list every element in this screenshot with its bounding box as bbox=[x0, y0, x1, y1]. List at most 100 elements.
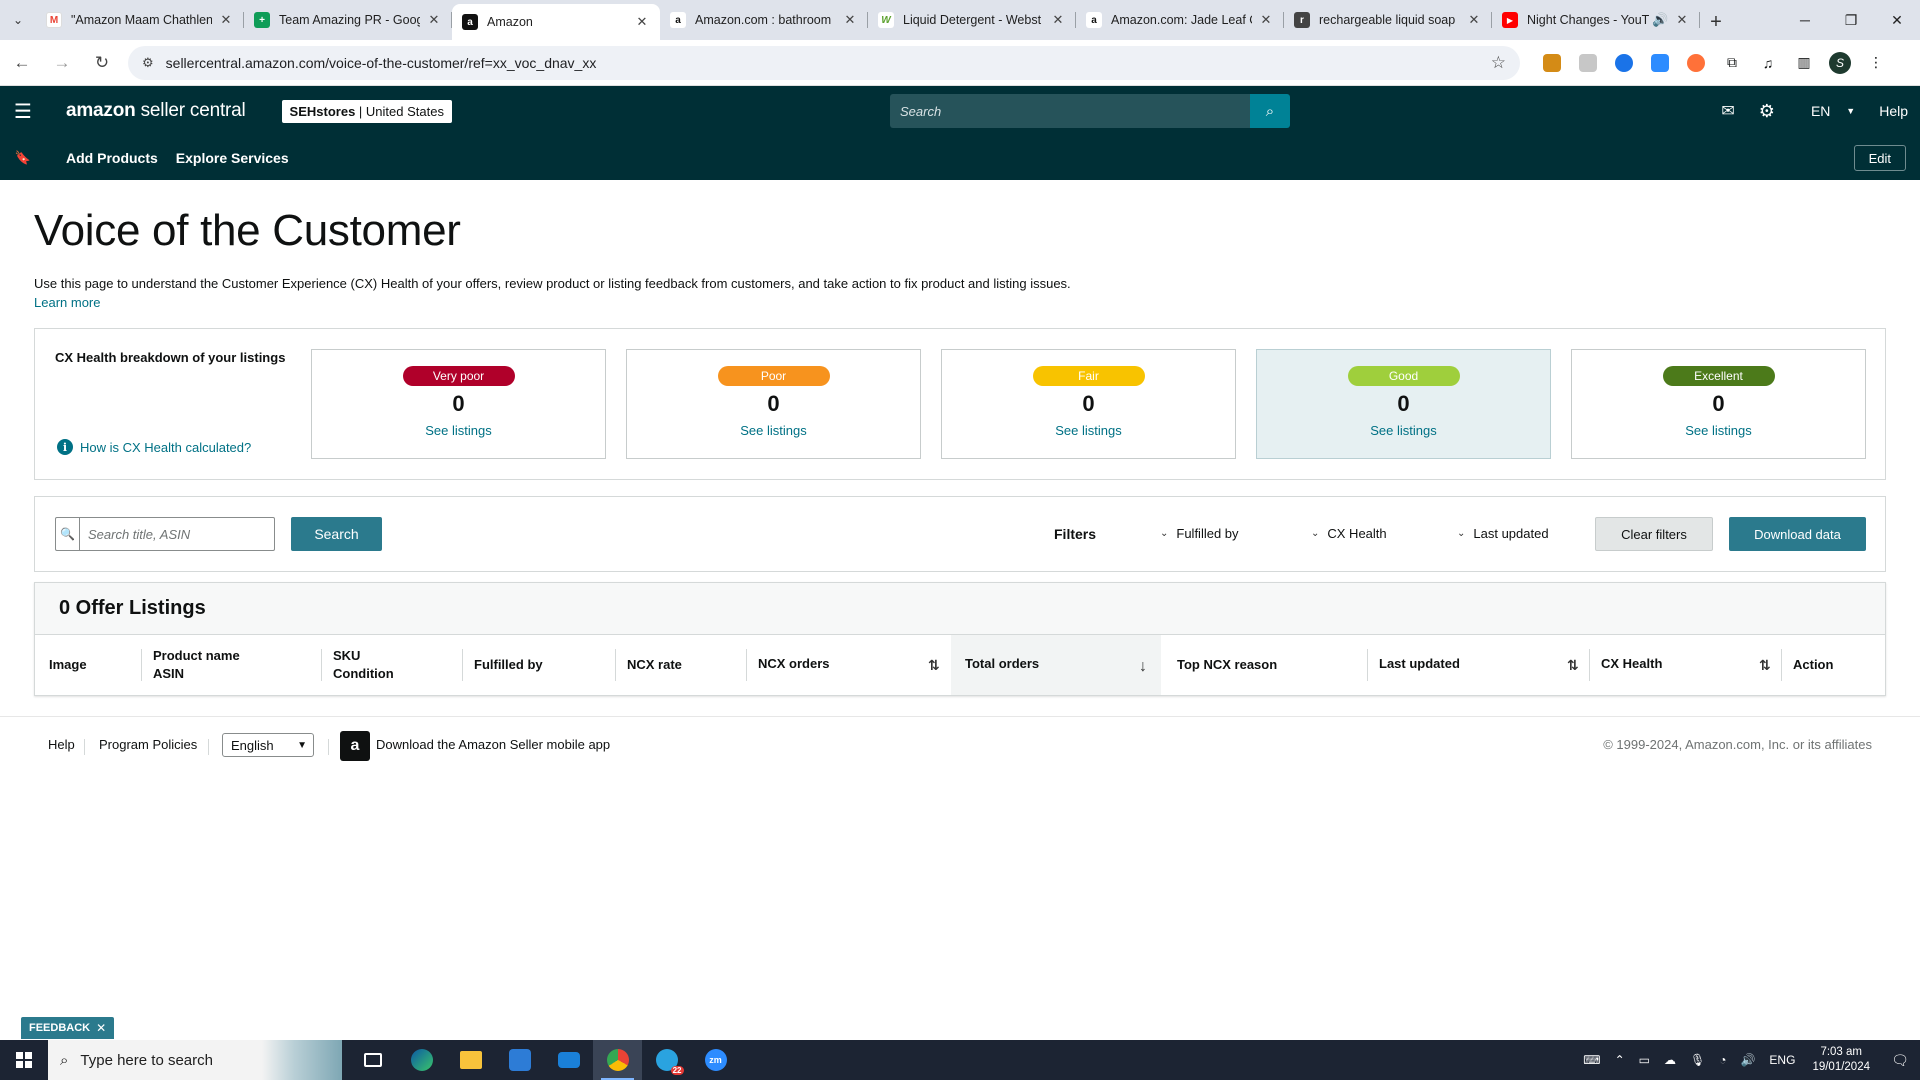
amazon-app-icon[interactable]: a bbox=[340, 731, 370, 761]
see-listings-link[interactable]: See listings bbox=[1572, 423, 1865, 438]
sort-both-icon[interactable]: ⇅ bbox=[1759, 656, 1771, 675]
close-icon[interactable]: ✕ bbox=[634, 14, 650, 30]
subnav-add-products[interactable]: Add Products bbox=[66, 150, 158, 166]
see-listings-link[interactable]: See listings bbox=[312, 423, 605, 438]
microphone-icon[interactable]: 🎙 bbox=[1690, 1053, 1705, 1067]
cx-health-how-link[interactable]: i How is CX Health calculated? bbox=[57, 439, 251, 455]
extension-icon[interactable] bbox=[1678, 45, 1714, 81]
taskbar-edge[interactable] bbox=[397, 1040, 446, 1080]
browser-tab[interactable]: a Amazon.com: Jade Leaf C ✕ bbox=[1076, 4, 1284, 36]
close-icon[interactable]: ✕ bbox=[1050, 12, 1066, 28]
taskbar-search[interactable]: ⌕ Type here to search bbox=[48, 1040, 342, 1080]
language-dropdown[interactable]: EN ▼ bbox=[1799, 103, 1855, 119]
puzzle-icon[interactable]: ⧉ bbox=[1714, 45, 1750, 81]
search-button[interactable]: Search bbox=[291, 517, 382, 551]
restore-icon[interactable]: ❐ bbox=[1828, 0, 1874, 40]
asin-search-input[interactable] bbox=[80, 518, 274, 550]
filter-fulfilled-by[interactable]: ⌄ Fulfilled by bbox=[1160, 526, 1239, 541]
taskbar-file-explorer[interactable] bbox=[446, 1040, 495, 1080]
download-data-button[interactable]: Download data bbox=[1729, 517, 1866, 551]
column-total-orders[interactable]: Total orders ↓ bbox=[951, 635, 1161, 695]
task-view-button[interactable] bbox=[348, 1040, 397, 1080]
browser-tab[interactable]: a Amazon.com : bathroom ✕ bbox=[660, 4, 868, 36]
see-listings-link[interactable]: See listings bbox=[627, 423, 920, 438]
feedback-tab[interactable]: FEEDBACK ✕ bbox=[21, 1017, 115, 1039]
hamburger-menu-icon[interactable]: ☰ bbox=[0, 86, 46, 136]
back-icon[interactable]: ← bbox=[4, 45, 40, 81]
forward-icon[interactable]: → bbox=[44, 45, 80, 81]
column-cx-health[interactable]: CX Health ⇅ bbox=[1589, 635, 1771, 695]
extension-icon[interactable] bbox=[1642, 45, 1678, 81]
sort-descending-icon[interactable]: ↓ bbox=[1139, 656, 1147, 678]
header-search-button[interactable]: ⌕ bbox=[1250, 94, 1290, 128]
footer-program-policies-link[interactable]: Program Policies bbox=[99, 737, 197, 752]
browser-tab[interactable]: M "Amazon Maam Chathlen ✕ bbox=[36, 4, 244, 36]
sort-both-icon[interactable]: ⇅ bbox=[1567, 656, 1579, 675]
new-tab-button[interactable]: + bbox=[1700, 4, 1732, 40]
column-ncx-orders[interactable]: NCX orders ⇅ bbox=[746, 635, 940, 695]
cloud-icon[interactable]: ☁ bbox=[1664, 1053, 1676, 1067]
extension-icon[interactable] bbox=[1606, 45, 1642, 81]
reload-icon[interactable]: ↻ bbox=[84, 45, 120, 81]
close-icon[interactable]: ✕ bbox=[1674, 12, 1690, 28]
store-switcher[interactable]: SEHstores | United States bbox=[281, 99, 452, 123]
footer-language-select[interactable]: English ▼ bbox=[222, 733, 314, 757]
media-icon[interactable]: ♫ bbox=[1750, 45, 1786, 81]
footer-app-link[interactable]: Download the Amazon Seller mobile app bbox=[376, 737, 610, 752]
header-search-input[interactable] bbox=[890, 94, 1250, 128]
taskbar-chrome[interactable] bbox=[593, 1040, 642, 1080]
gear-icon[interactable]: ⚙ bbox=[1759, 101, 1775, 122]
browser-tab[interactable]: ▶ Night Changes - YouT 🔊 ✕ bbox=[1492, 4, 1700, 36]
meet-icon[interactable]: ▭ bbox=[1639, 1053, 1650, 1067]
volume-icon[interactable]: 🔊 bbox=[1740, 1053, 1755, 1067]
browser-tab[interactable]: r rechargeable liquid soap ✕ bbox=[1284, 4, 1492, 36]
extension-icon[interactable] bbox=[1534, 45, 1570, 81]
taskbar-clock[interactable]: 7:03 am 19/01/2024 bbox=[1812, 1045, 1870, 1075]
notifications-icon[interactable]: 🗨 bbox=[1880, 1040, 1920, 1080]
profile-avatar[interactable]: S bbox=[1822, 45, 1858, 81]
extension-icon[interactable] bbox=[1570, 45, 1606, 81]
omnibox[interactable]: ⚙ sellercentral.amazon.com/voice-of-the-… bbox=[128, 45, 1520, 80]
close-icon[interactable]: ✕ bbox=[842, 12, 858, 28]
filter-cx-health[interactable]: ⌄ CX Health bbox=[1311, 526, 1387, 541]
mail-icon[interactable]: ✉ bbox=[1721, 101, 1734, 121]
sort-both-icon[interactable]: ⇅ bbox=[928, 656, 940, 675]
see-listings-link[interactable]: See listings bbox=[1257, 423, 1550, 438]
subnav-explore-services[interactable]: Explore Services bbox=[176, 150, 289, 166]
taskbar-zoom[interactable]: zm bbox=[691, 1040, 740, 1080]
bookmark-star-icon[interactable]: ☆ bbox=[1491, 53, 1506, 73]
bookmark-icon[interactable]: 🔖 bbox=[0, 150, 46, 166]
kebab-menu-icon[interactable]: ⋮ bbox=[1858, 45, 1894, 81]
learn-more-link[interactable]: Learn more bbox=[34, 295, 100, 310]
close-window-icon[interactable]: ✕ bbox=[1874, 0, 1920, 40]
site-info-icon[interactable]: ⚙ bbox=[142, 55, 154, 71]
windows-start-button[interactable] bbox=[0, 1040, 48, 1080]
language-indicator[interactable]: ENG bbox=[1769, 1053, 1795, 1067]
seller-central-logo[interactable]: amazon seller central bbox=[66, 100, 246, 122]
help-link[interactable]: Help bbox=[1879, 103, 1908, 119]
taskbar-telegram[interactable]: 22 bbox=[642, 1040, 691, 1080]
keyboard-icon[interactable]: ⌨ bbox=[1583, 1053, 1600, 1067]
edit-nav-button[interactable]: Edit bbox=[1853, 145, 1906, 171]
browser-tab[interactable]: + Team Amazing PR - Goog ✕ bbox=[244, 4, 452, 36]
tab-search-icon[interactable]: ⌄ bbox=[0, 0, 36, 40]
close-icon[interactable]: ✕ bbox=[1466, 12, 1482, 28]
taskbar-store[interactable] bbox=[495, 1040, 544, 1080]
clear-filters-button[interactable]: Clear filters bbox=[1595, 517, 1713, 551]
side-panel-icon[interactable]: ▥ bbox=[1786, 45, 1822, 81]
browser-tab-active[interactable]: a Amazon ✕ bbox=[452, 4, 660, 40]
chevron-up-icon[interactable]: ⌃ bbox=[1615, 1053, 1625, 1067]
network-icon[interactable]: ◔ bbox=[1719, 1053, 1726, 1067]
minimize-icon[interactable]: ─ bbox=[1782, 0, 1828, 40]
filter-last-updated[interactable]: ⌄ Last updated bbox=[1457, 526, 1549, 541]
close-icon[interactable]: ✕ bbox=[218, 12, 234, 28]
browser-tab[interactable]: W Liquid Detergent - Webst ✕ bbox=[868, 4, 1076, 36]
speaker-icon[interactable]: 🔊 bbox=[1652, 12, 1668, 28]
close-icon[interactable]: ✕ bbox=[96, 1021, 106, 1035]
column-last-updated[interactable]: Last updated ⇅ bbox=[1367, 635, 1579, 695]
close-icon[interactable]: ✕ bbox=[426, 12, 442, 28]
close-icon[interactable]: ✕ bbox=[1258, 12, 1274, 28]
taskbar-mail[interactable] bbox=[544, 1040, 593, 1080]
see-listings-link[interactable]: See listings bbox=[942, 423, 1235, 438]
footer-help-link[interactable]: Help bbox=[48, 737, 75, 752]
